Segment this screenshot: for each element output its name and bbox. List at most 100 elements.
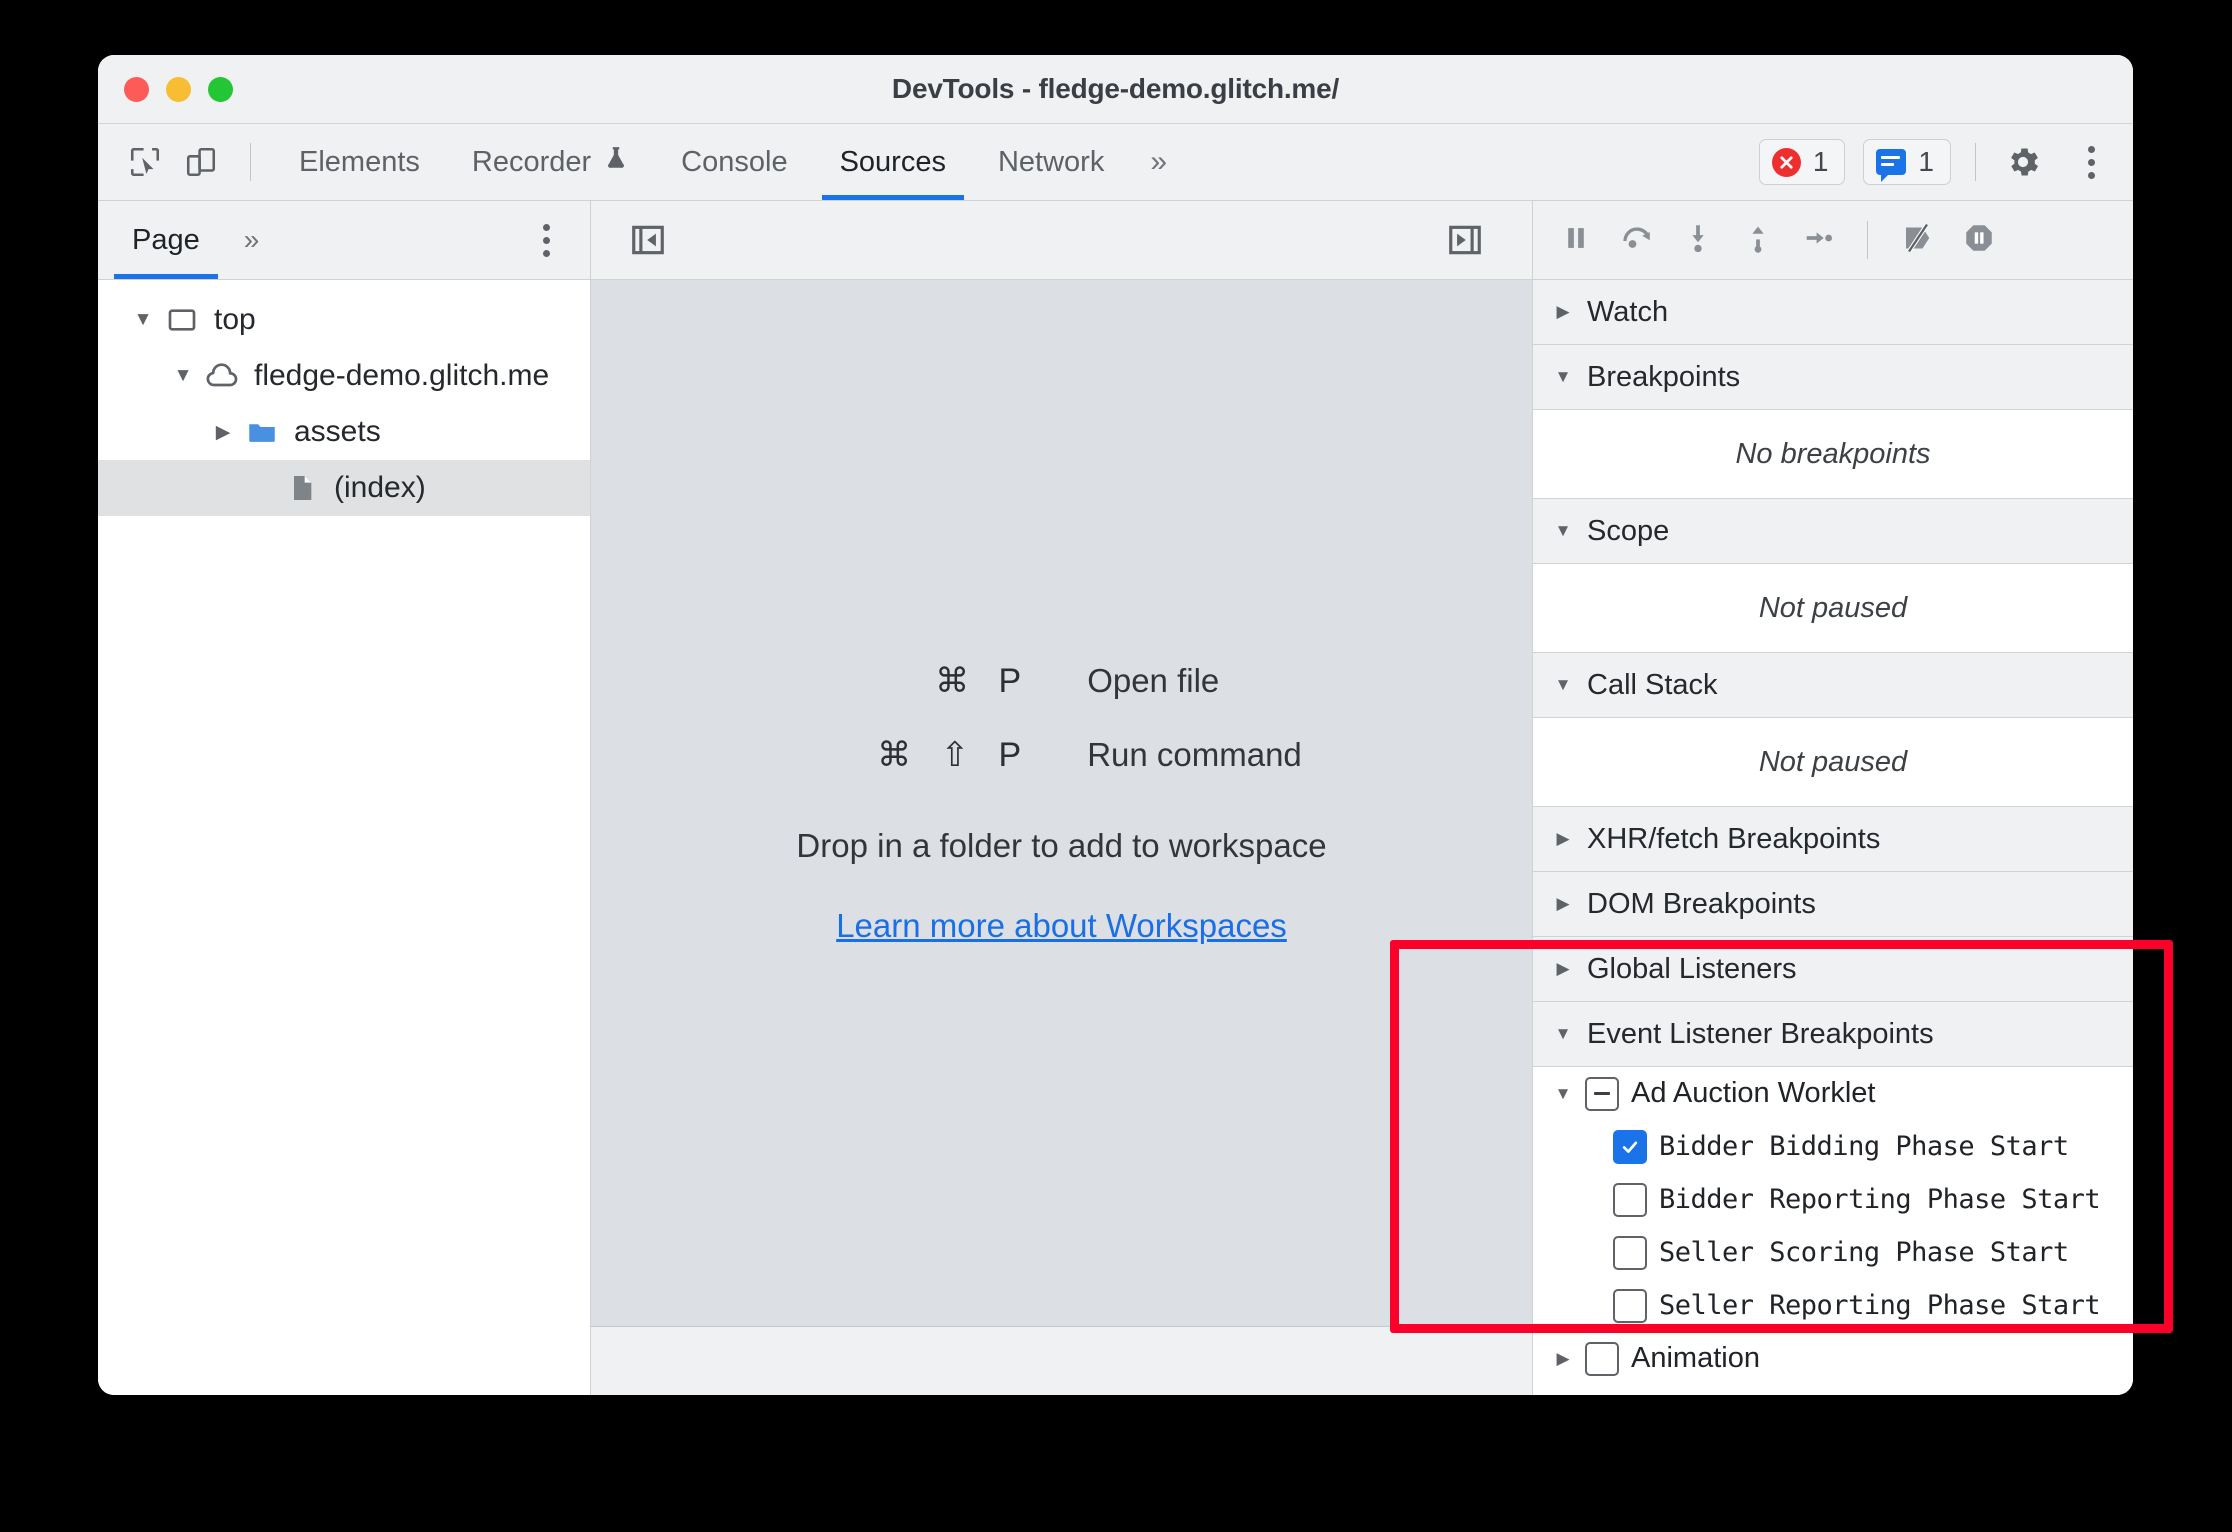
section-dom-breakpoints[interactable]: ▶ DOM Breakpoints bbox=[1533, 872, 2133, 937]
frame-icon bbox=[160, 304, 204, 336]
tree-row-assets[interactable]: ▶ assets bbox=[98, 404, 590, 460]
elb-item-checkbox[interactable] bbox=[1613, 1235, 1647, 1270]
chevron-right-icon: ▶ bbox=[1556, 959, 1570, 978]
step-over-icon[interactable] bbox=[1619, 220, 1655, 261]
elb-group-label: Animation bbox=[1631, 1342, 1760, 1374]
chevron-down-icon[interactable]: ▼ bbox=[126, 309, 160, 331]
section-call-stack[interactable]: ▼ Call Stack bbox=[1533, 653, 2133, 718]
window-title: DevTools - fledge-demo.glitch.me/ bbox=[891, 73, 1340, 104]
collapse-right-icon[interactable] bbox=[1442, 217, 1488, 263]
flask-icon bbox=[603, 145, 629, 179]
tab-network[interactable]: Network bbox=[972, 124, 1130, 200]
tab-elements[interactable]: Elements bbox=[273, 124, 446, 200]
message-icon bbox=[1876, 149, 1907, 182]
call-stack-empty-text: Not paused bbox=[1533, 718, 2133, 807]
devtools-tabstrip: Elements Recorder Console Sources Networ… bbox=[98, 124, 2133, 201]
chevron-right-icon: ▶ bbox=[1556, 829, 1570, 848]
learn-more-workspaces-link[interactable]: Learn more about Workspaces bbox=[836, 907, 1287, 945]
elb-item-checkbox[interactable] bbox=[1613, 1182, 1647, 1217]
devtools-window: DevTools - fledge-demo.glitch.me/ Elemen… bbox=[98, 55, 2133, 1395]
shortcut-open-file-keys: ⌘ P bbox=[935, 662, 1032, 700]
chevron-down-icon: ▼ bbox=[1554, 521, 1572, 540]
tree-row-origin[interactable]: ▼ fledge-demo.glitch.me bbox=[98, 348, 590, 404]
tab-sources[interactable]: Sources bbox=[814, 124, 972, 200]
elb-item-label: Seller Scoring Phase Start bbox=[1659, 1237, 2069, 1268]
section-dom-breakpoints-label: DOM Breakpoints bbox=[1587, 887, 1816, 920]
gear-icon[interactable] bbox=[2000, 139, 2046, 185]
section-scope[interactable]: ▼ Scope bbox=[1533, 499, 2133, 564]
tab-page-label: Page bbox=[132, 223, 200, 256]
elb-group-checkbox[interactable] bbox=[1585, 1394, 1619, 1395]
editor-pane: ⌘ P Open file ⌘ ⇧ P Run command Drop in … bbox=[591, 201, 1533, 1395]
tab-console-label: Console bbox=[681, 145, 788, 178]
error-circle-icon bbox=[1771, 147, 1801, 177]
step-icon[interactable] bbox=[1801, 221, 1835, 260]
message-count-badge[interactable]: 1 bbox=[1863, 139, 1951, 185]
error-count-badge[interactable]: 1 bbox=[1758, 139, 1846, 185]
tabstrip-status-area: 1 1 bbox=[1758, 139, 2109, 185]
elb-item-bidder-reporting-phase-start[interactable]: Bidder Reporting Phase Start bbox=[1533, 1173, 2133, 1226]
shortcut-open-file: ⌘ P Open file bbox=[821, 661, 1302, 701]
elb-group-ad-auction-worklet[interactable]: ▼ Ad Auction Worklet bbox=[1533, 1067, 2133, 1120]
cloud-icon bbox=[200, 358, 244, 394]
device-toolbar-icon[interactable] bbox=[178, 139, 224, 185]
navigator-menu-icon[interactable] bbox=[529, 223, 564, 257]
status-divider bbox=[1975, 143, 1976, 181]
elb-item-seller-reporting-phase-start[interactable]: Seller Reporting Phase Start bbox=[1533, 1279, 2133, 1332]
tree-label-origin: fledge-demo.glitch.me bbox=[254, 359, 550, 392]
elb-group-checkbox[interactable] bbox=[1585, 1341, 1619, 1376]
kebab-menu-icon[interactable] bbox=[2074, 145, 2109, 179]
tree-label-assets: assets bbox=[294, 415, 381, 448]
collapse-left-icon[interactable] bbox=[625, 217, 671, 263]
scope-empty-text: Not paused bbox=[1533, 564, 2133, 653]
chevron-down-icon: ▼ bbox=[1554, 1024, 1572, 1043]
chevron-down-icon[interactable]: ▼ bbox=[166, 365, 200, 387]
step-into-icon[interactable] bbox=[1681, 221, 1715, 260]
elb-group-canvas[interactable]: ▶ Canvas bbox=[1533, 1385, 2133, 1395]
shortcut-run-command-label: Run command bbox=[1087, 736, 1302, 773]
elb-item-checkbox[interactable] bbox=[1613, 1288, 1647, 1323]
devtools-panes: Page » ▼ top ▼ fledge-demo.glitch.me ▶ a… bbox=[98, 201, 2133, 1395]
section-watch-label: Watch bbox=[1587, 295, 1669, 328]
section-scope-label: Scope bbox=[1587, 514, 1670, 547]
folder-icon bbox=[240, 415, 284, 449]
pause-icon[interactable] bbox=[1559, 221, 1593, 260]
elb-group-checkbox[interactable] bbox=[1585, 1076, 1619, 1111]
debugger-divider bbox=[1867, 221, 1868, 259]
section-event-listener-breakpoints[interactable]: ▼ Event Listener Breakpoints bbox=[1533, 1002, 2133, 1067]
elb-item-seller-scoring-phase-start[interactable]: Seller Scoring Phase Start bbox=[1533, 1226, 2133, 1279]
section-call-stack-label: Call Stack bbox=[1587, 668, 1718, 701]
more-tabs-icon[interactable]: » bbox=[1130, 145, 1187, 179]
chevron-down-icon: ▼ bbox=[1554, 675, 1572, 694]
tab-recorder[interactable]: Recorder bbox=[446, 124, 655, 200]
section-global-listeners[interactable]: ▶ Global Listeners bbox=[1533, 937, 2133, 1002]
tree-spacer: ▶ bbox=[246, 477, 280, 500]
chevron-right-icon: ▶ bbox=[1556, 302, 1570, 321]
elb-item-checkbox[interactable] bbox=[1613, 1129, 1647, 1164]
elb-group-label: Ad Auction Worklet bbox=[1631, 1077, 1876, 1109]
section-watch[interactable]: ▶ Watch bbox=[1533, 280, 2133, 345]
elb-item-label: Seller Reporting Phase Start bbox=[1659, 1290, 2101, 1321]
pause-on-exceptions-icon[interactable] bbox=[1962, 221, 1996, 260]
shortcut-run-command: ⌘ ⇧ P Run command bbox=[821, 735, 1302, 775]
tab-page[interactable]: Page bbox=[114, 201, 218, 279]
elb-group-animation[interactable]: ▶ Animation bbox=[1533, 1332, 2133, 1385]
deactivate-breakpoints-icon[interactable] bbox=[1900, 220, 1936, 261]
navigator-more-icon[interactable]: » bbox=[244, 224, 260, 256]
step-out-icon[interactable] bbox=[1741, 221, 1775, 260]
section-breakpoints-label: Breakpoints bbox=[1587, 360, 1741, 393]
chevron-down-icon: ▼ bbox=[1554, 367, 1572, 386]
tab-sources-label: Sources bbox=[839, 145, 946, 178]
chevron-right-icon[interactable]: ▶ bbox=[206, 421, 240, 444]
elb-item-bidder-bidding-phase-start[interactable]: Bidder Bidding Phase Start bbox=[1533, 1120, 2133, 1173]
chevron-down-icon[interactable]: ▼ bbox=[1553, 1084, 1573, 1104]
tab-console[interactable]: Console bbox=[655, 124, 813, 200]
debugger-sections: ▶ Watch ▼ Breakpoints No breakpoints ▼ S… bbox=[1533, 280, 2133, 1395]
tree-row-index[interactable]: ▶ (index) bbox=[98, 460, 590, 516]
chevron-right-icon[interactable]: ▶ bbox=[1553, 1349, 1573, 1369]
section-xhr-fetch-breakpoints[interactable]: ▶ XHR/fetch Breakpoints bbox=[1533, 807, 2133, 872]
screenshot-root: DevTools - fledge-demo.glitch.me/ Elemen… bbox=[0, 0, 2232, 1532]
section-breakpoints[interactable]: ▼ Breakpoints bbox=[1533, 345, 2133, 410]
tree-row-top[interactable]: ▼ top bbox=[98, 292, 590, 348]
inspect-element-icon[interactable] bbox=[122, 139, 168, 185]
